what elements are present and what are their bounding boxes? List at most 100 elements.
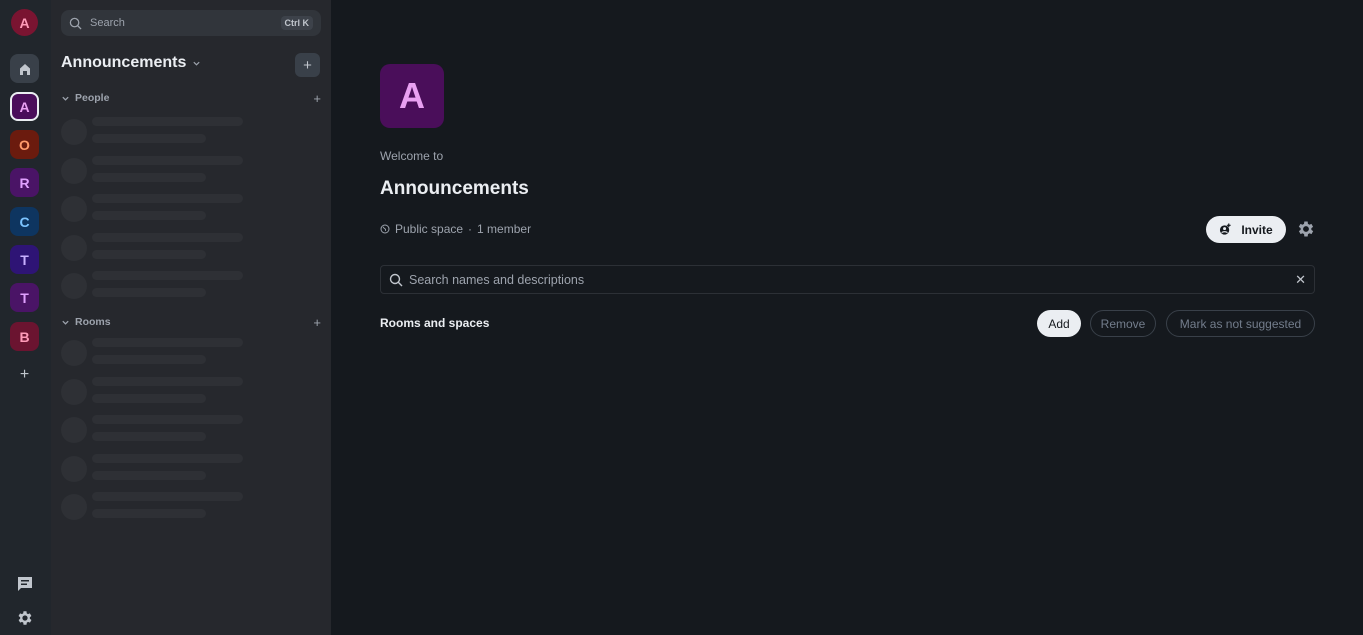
space-item-initial: T [20, 251, 29, 268]
search-icon [69, 17, 82, 30]
member-count[interactable]: 1 member [477, 222, 531, 236]
loading-placeholder [61, 194, 261, 222]
chevron-down-icon[interactable] [61, 94, 70, 103]
space-name: Announcements [61, 54, 187, 71]
placeholder-avatar [61, 494, 87, 520]
placeholder-line [92, 509, 206, 518]
placeholder-avatar [61, 157, 87, 184]
home-icon [19, 63, 30, 75]
add-room-button[interactable]: + [295, 53, 320, 77]
search-shortcut: Ctrl K [280, 16, 313, 30]
invite-icon [1220, 223, 1231, 235]
placeholder-avatar [61, 455, 87, 482]
space-item[interactable]: A [10, 92, 39, 121]
hierarchy-search: ✕ [380, 265, 1315, 294]
meta-separator: · [468, 222, 473, 236]
search-button[interactable]: Search Ctrl K [61, 10, 321, 36]
placeholder-avatar [61, 378, 87, 405]
user-avatar[interactable]: A [11, 9, 38, 36]
create-space-button[interactable]: + [10, 360, 39, 389]
plus-icon: + [303, 56, 312, 74]
placeholder-line [92, 172, 206, 182]
placeholder-avatar [61, 119, 87, 145]
loading-placeholder [61, 232, 261, 261]
loading-placeholder [61, 415, 261, 443]
placeholder-line [92, 194, 243, 203]
loading-placeholder [61, 376, 261, 405]
search-icon [389, 273, 403, 286]
section-rooms-label[interactable]: Rooms [75, 316, 313, 328]
space-avatar: A [380, 64, 444, 128]
placeholder-line [92, 211, 206, 220]
gear-icon [1298, 221, 1314, 237]
direct-messages-button[interactable] [15, 574, 35, 594]
section-people: People + [61, 90, 321, 106]
placeholder-avatar [61, 273, 87, 299]
placeholder-line [92, 492, 243, 501]
space-item[interactable]: T [10, 245, 39, 274]
placeholder-avatar [61, 417, 87, 443]
rooms-and-spaces-heading: Rooms and spaces [380, 316, 490, 330]
placeholder-avatar [61, 234, 87, 261]
placeholder-line [92, 288, 206, 297]
space-avatar-initial: A [399, 75, 425, 116]
add-people-button[interactable]: + [313, 91, 321, 106]
loading-placeholder [61, 492, 261, 520]
placeholder-line [92, 355, 206, 364]
space-item[interactable]: O [10, 130, 39, 159]
add-button[interactable]: Add [1037, 310, 1081, 337]
invite-label: Invite [1241, 222, 1273, 237]
space-visibility: Public space [395, 222, 464, 236]
section-people-label[interactable]: People [75, 92, 313, 104]
space-settings-button[interactable] [1296, 219, 1316, 239]
space-item-initial: T [20, 289, 29, 306]
placeholder-line [92, 470, 206, 480]
loading-placeholder [61, 453, 261, 482]
loading-placeholder [61, 271, 261, 299]
section-rooms: Rooms + [61, 314, 321, 330]
invite-button[interactable]: Invite [1206, 216, 1286, 243]
space-item-initial: A [19, 98, 30, 115]
loading-placeholder [61, 155, 261, 184]
space-item[interactable]: C [10, 207, 39, 236]
chat-icon [18, 577, 32, 591]
placeholder-line [92, 249, 206, 259]
placeholder-line [92, 134, 206, 143]
settings-button[interactable] [15, 608, 35, 628]
room-list-sidebar: Search Ctrl K Announcements + People + R… [51, 0, 331, 635]
placeholder-avatar [61, 196, 87, 222]
placeholder-line [92, 117, 243, 126]
home-button[interactable] [10, 54, 39, 83]
space-item-initial: R [19, 174, 30, 191]
space-item[interactable]: R [10, 168, 39, 197]
placeholder-line [92, 393, 206, 403]
placeholder-line [92, 338, 243, 347]
space-item[interactable]: T [10, 283, 39, 312]
space-home: A Welcome to Announcements Public space … [331, 0, 1363, 635]
globe-icon [380, 224, 390, 234]
chevron-down-icon[interactable] [61, 318, 70, 327]
hierarchy-search-input[interactable] [409, 272, 1296, 287]
placeholder-line [92, 453, 243, 463]
space-meta: Public space · 1 member [380, 222, 531, 236]
loading-placeholder [61, 117, 261, 145]
placeholder-line [92, 155, 243, 165]
space-item-initial: O [19, 136, 30, 153]
plus-icon: + [19, 365, 30, 383]
space-item[interactable]: B [10, 322, 39, 351]
search-label: Search [90, 17, 125, 29]
placeholder-line [92, 432, 206, 441]
remove-button[interactable]: Remove [1090, 310, 1156, 337]
add-rooms-button[interactable]: + [313, 315, 321, 330]
mark-not-suggested-button[interactable]: Mark as not suggested [1166, 310, 1315, 337]
placeholder-line [92, 415, 243, 424]
user-avatar-initial: A [19, 14, 30, 31]
loading-placeholder [61, 338, 261, 366]
placeholder-line [92, 232, 243, 242]
clear-search-icon[interactable]: ✕ [1295, 272, 1306, 288]
space-menu-button[interactable]: Announcements [61, 54, 201, 72]
placeholder-line [92, 376, 243, 386]
gear-icon [18, 611, 32, 625]
space-item-initial: C [19, 213, 30, 230]
space-rail: A A O R C T T B + [0, 0, 51, 635]
